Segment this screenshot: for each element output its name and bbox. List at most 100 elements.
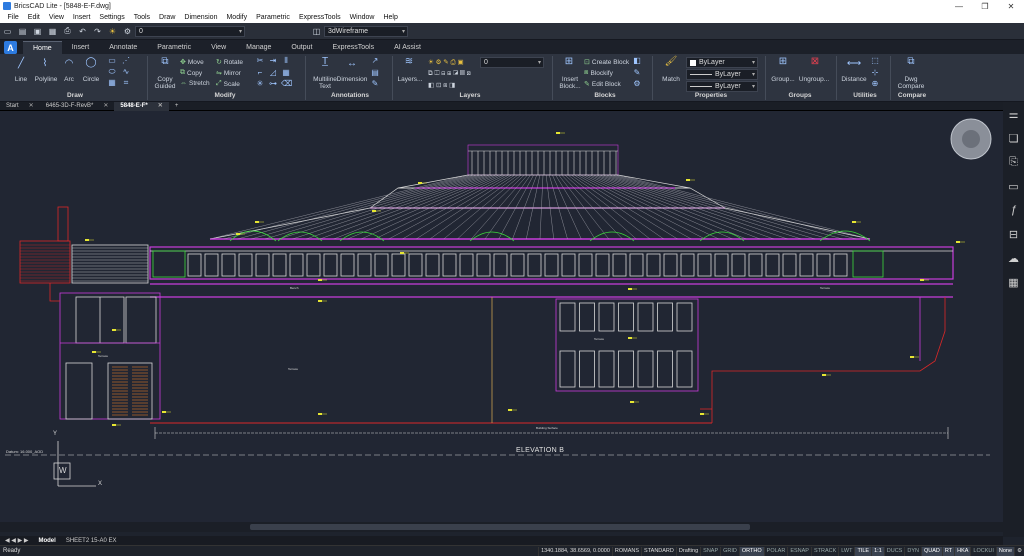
tab-manage[interactable]: Manage — [236, 41, 281, 54]
layer-select[interactable]: 0 ▾ — [480, 57, 544, 68]
nav-wheel[interactable] — [950, 118, 992, 160]
edit-block-button[interactable]: ✎ Edit Block — [584, 80, 621, 89]
layout-nav-arrows[interactable]: ◀ ◀ ▶ ▶ — [0, 537, 33, 544]
fillet-icon[interactable]: ⌐ — [255, 68, 265, 77]
distance-button[interactable]: Distance — [840, 76, 868, 83]
status-toggle-ducs[interactable]: DUCS — [883, 546, 905, 556]
id-point-icon[interactable]: ⊕ — [870, 79, 880, 88]
status-toggle-rt[interactable]: RT — [941, 546, 955, 556]
layers-button[interactable]: Layers... — [396, 76, 424, 83]
status-toggle-dyn[interactable]: DYN — [904, 546, 921, 556]
menu-settings[interactable]: Settings — [95, 14, 129, 21]
menu-view[interactable]: View — [44, 14, 68, 21]
minimize-button[interactable]: — — [946, 0, 972, 12]
structure-icon[interactable]: ⊟ — [1003, 222, 1024, 246]
new-tab-button[interactable]: + — [169, 102, 185, 111]
status-toggle-lwt[interactable]: LWT — [838, 546, 854, 556]
workspace[interactable]: Drafting — [675, 546, 700, 556]
doc-tab-start[interactable]: Start ✕ — [0, 102, 40, 111]
save-icon[interactable]: ▣ — [32, 26, 43, 37]
menu-window[interactable]: Window — [345, 14, 379, 21]
rotate-button[interactable]: ↻ Rotate — [216, 58, 243, 67]
menu-modify[interactable]: Modify — [222, 14, 252, 21]
library-icon[interactable]: ▦ — [1003, 270, 1024, 294]
layer-lock-icon[interactable]: ⚙ — [122, 26, 133, 37]
layout-tab-sheet2[interactable]: SHEET2 15-A0 EX — [61, 538, 122, 544]
layers-panel-icon[interactable]: ❏ — [1003, 126, 1024, 150]
offset-icon[interactable]: ⫴ — [281, 56, 291, 66]
stretch-button[interactable]: ⇔ Stretch — [180, 80, 210, 87]
status-toggle-snap[interactable]: SNAP — [700, 546, 720, 556]
parameters-icon[interactable]: ƒ — [1003, 198, 1024, 222]
create-block-button[interactable]: ⊡ Create Block — [584, 58, 629, 67]
status-toggle-esnap[interactable]: ESNAP — [787, 546, 811, 556]
select-icon[interactable]: ⬚ — [870, 56, 880, 65]
dimension-button[interactable]: Dimension — [336, 76, 368, 83]
tab-view[interactable]: View — [201, 41, 236, 54]
leader-icon[interactable]: ↗ — [370, 56, 380, 65]
layer-tools-row-2[interactable]: ⧉ ◫ ⊟ ⊞ ◪ ▤ ⊠ — [428, 70, 471, 78]
move-button[interactable]: ✥ Move — [180, 58, 204, 67]
settings-gear-icon[interactable]: ⚙ — [1014, 546, 1024, 556]
app-menu-button[interactable]: A — [4, 41, 17, 54]
layer-tools-row-3[interactable]: ◧ ⊡ ⧈ ◨ — [428, 81, 455, 90]
status-toggle-grid[interactable]: GRID — [720, 546, 739, 556]
status-toggle-11[interactable]: 1:1 — [871, 546, 884, 556]
status-toggle-hka[interactable]: HKA — [954, 546, 971, 556]
properties-panel-icon[interactable]: ⚌ — [1003, 102, 1024, 126]
cloud-icon[interactable]: ☁ — [1003, 246, 1024, 270]
color-select[interactable]: ByLayer ▾ — [686, 57, 758, 68]
open-folder-icon[interactable]: ▤ — [17, 26, 28, 37]
redo-icon[interactable]: ↷ — [92, 26, 103, 37]
status-toggle-none[interactable]: None — [995, 546, 1015, 556]
close-button[interactable]: ✕ — [998, 0, 1024, 12]
menu-parametric[interactable]: Parametric — [252, 14, 295, 21]
status-toggle-ortho[interactable]: ORTHO — [738, 546, 764, 556]
restore-button[interactable]: ❐ — [972, 0, 998, 12]
polyline-button[interactable]: Polyline — [30, 76, 62, 83]
scroll-thumb[interactable] — [250, 524, 750, 530]
trim-icon[interactable]: ✂ — [255, 56, 265, 65]
tab-parametric[interactable]: Parametric — [147, 41, 201, 54]
close-icon[interactable]: ✕ — [158, 102, 163, 111]
markup-icon[interactable]: ✎ — [370, 79, 380, 88]
status-toggle-lockui[interactable]: LOCKUI — [970, 546, 995, 556]
mirror-button[interactable]: ⇋ Mirror — [216, 69, 241, 78]
doc-tab-6465[interactable]: 6465-3D-F-RevB* ✕ — [40, 102, 115, 111]
tab-ai-assist[interactable]: AI Assist — [384, 41, 431, 54]
tab-insert[interactable]: Insert — [62, 41, 100, 54]
tab-expresstools[interactable]: ExpressTools — [322, 41, 384, 54]
menu-draw[interactable]: Draw — [155, 14, 180, 21]
tab-annotate[interactable]: Annotate — [99, 41, 147, 54]
tab-output[interactable]: Output — [281, 41, 322, 54]
ungroup-button[interactable]: Ungroup... — [798, 76, 830, 83]
extend-icon[interactable]: ⇥ — [268, 56, 278, 65]
close-icon[interactable]: ✕ — [103, 102, 108, 111]
visual-style-select[interactable]: 3dWireframe ▾ — [324, 25, 408, 37]
horizontal-scrollbar[interactable] — [0, 522, 1003, 532]
text-style[interactable]: ROMANS — [611, 546, 641, 556]
join-icon[interactable]: ⊶ — [268, 79, 278, 88]
block-attribute-edit-icon[interactable]: ✎ — [632, 68, 642, 77]
drawing-canvas[interactable]: ELEVATION B Datum: 16.000_AOD Y W X Terr… — [0, 111, 1003, 522]
menu-tools[interactable]: Tools — [129, 14, 154, 21]
status-toggle-tile[interactable]: TILE — [854, 546, 872, 556]
status-toggle-polar[interactable]: POLAR — [763, 546, 788, 556]
save-as-icon[interactable]: ▦ — [47, 26, 58, 37]
circle-button[interactable]: Circle — [80, 76, 102, 83]
ellipse-icon[interactable]: ⬭ — [106, 67, 118, 77]
lineweight-select[interactable]: ByLayer ▾ — [686, 81, 758, 92]
array-icon[interactable]: ▦ — [281, 68, 291, 77]
erase-icon[interactable]: ⌫ — [281, 79, 292, 88]
block-manager-icon[interactable]: ⚙ — [632, 79, 642, 88]
drawing-explorer-icon[interactable]: ▭ — [1003, 174, 1024, 198]
attachments-icon[interactable]: ⎘ — [1003, 150, 1024, 174]
dimension-style[interactable]: STANDARD — [641, 546, 676, 556]
table-icon[interactable]: ▤ — [370, 68, 380, 77]
arc-button[interactable]: Arc — [60, 76, 78, 83]
layer-tools-icon[interactable]: ☀ ⚙ ✎ ⎙ ▣ — [428, 58, 464, 67]
rectangle-icon[interactable]: ▭ — [106, 56, 118, 65]
blockify-button[interactable]: ⧈ Blockify — [584, 69, 613, 77]
menu-help[interactable]: Help — [379, 14, 402, 21]
match-button[interactable]: Match — [660, 76, 682, 83]
